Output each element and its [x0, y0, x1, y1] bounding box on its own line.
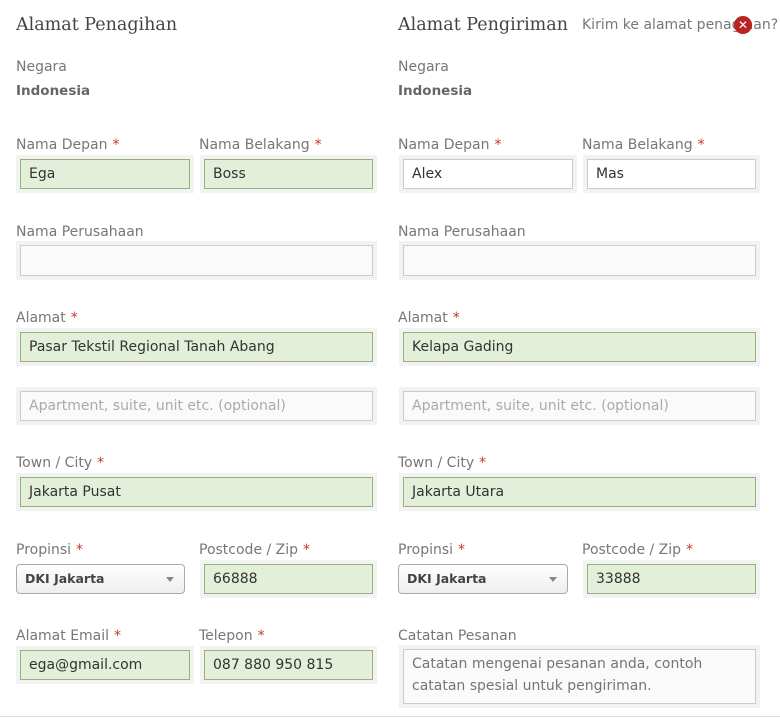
billing-postcode-label: Postcode / Zip * — [199, 542, 311, 558]
divider — [0, 716, 780, 717]
order-notes-wrap — [399, 645, 760, 708]
shipping-address2-input[interactable]: Apartment, suite, unit etc. (optional) — [403, 391, 756, 421]
shipping-province-label: Propinsi * — [398, 542, 466, 558]
shipping-province-select[interactable]: DKI Jakarta — [398, 564, 568, 594]
billing-company-label: Nama Perusahaan — [16, 224, 144, 240]
shipping-city-label: Town / City * — [398, 455, 487, 471]
billing-address-input[interactable]: Pasar Tekstil Regional Tanah Abang — [20, 332, 373, 362]
billing-address2-input[interactable]: Apartment, suite, unit etc. (optional) — [20, 391, 373, 421]
shipping-first-name-label: Nama Depan * — [398, 137, 502, 153]
chevron-down-icon — [549, 577, 557, 582]
billing-city-wrap: Jakarta Pusat — [16, 473, 377, 511]
billing-title: Alamat Penagihan — [16, 15, 178, 35]
shipping-last-name-label: Nama Belakang * — [582, 137, 705, 153]
billing-province-value: DKI Jakarta — [25, 571, 105, 586]
shipping-city-wrap: Jakarta Utara — [399, 473, 760, 511]
billing-city-label: Town / City * — [16, 455, 105, 471]
billing-phone-input[interactable]: 087 880 950 815 — [204, 650, 373, 680]
billing-phone-label: Telepon * — [199, 628, 265, 644]
billing-email-input[interactable]: ega@gmail.com — [20, 650, 190, 680]
shipping-last-name-wrap: Mas — [583, 155, 760, 193]
shipping-first-name-input[interactable]: Alex — [403, 159, 573, 189]
billing-last-name-label: Nama Belakang * — [199, 137, 322, 153]
billing-first-name-wrap: Ega — [16, 155, 194, 193]
shipping-company-input[interactable] — [403, 245, 756, 276]
shipping-city-input[interactable]: Jakarta Utara — [403, 477, 756, 507]
order-notes-textarea[interactable] — [403, 649, 756, 704]
billing-email-wrap: ega@gmail.com — [16, 646, 194, 684]
billing-country-value: Indonesia — [16, 83, 91, 99]
billing-address-wrap: Pasar Tekstil Regional Tanah Abang — [16, 328, 377, 366]
billing-postcode-wrap: 66888 — [200, 560, 377, 598]
shipping-postcode-input[interactable]: 33888 — [587, 564, 756, 594]
shipping-postcode-wrap: 33888 — [583, 560, 760, 598]
billing-postcode-input[interactable]: 66888 — [204, 564, 373, 594]
shipping-province-value: DKI Jakarta — [407, 571, 487, 586]
shipping-address-wrap: Kelapa Gading — [399, 328, 760, 366]
shipping-postcode-label: Postcode / Zip * — [582, 542, 694, 558]
billing-address2-wrap: Apartment, suite, unit etc. (optional) — [16, 387, 377, 425]
close-icon[interactable]: ✕ — [734, 16, 752, 34]
shipping-last-name-input[interactable]: Mas — [587, 159, 756, 189]
chevron-down-icon — [166, 577, 174, 582]
order-notes-label: Catatan Pesanan — [398, 628, 517, 644]
shipping-title: Alamat Pengiriman — [398, 15, 568, 35]
shipping-company-wrap — [399, 241, 760, 280]
shipping-company-label: Nama Perusahaan — [398, 224, 526, 240]
billing-company-wrap — [16, 241, 377, 280]
billing-city-input[interactable]: Jakarta Pusat — [20, 477, 373, 507]
billing-country-label: Negara — [16, 59, 67, 75]
shipping-country-label: Negara — [398, 59, 449, 75]
shipping-address2-wrap: Apartment, suite, unit etc. (optional) — [399, 387, 760, 425]
billing-first-name-input[interactable]: Ega — [20, 159, 190, 189]
shipping-address-input[interactable]: Kelapa Gading — [403, 332, 756, 362]
shipping-address-label: Alamat * — [398, 310, 460, 326]
shipping-first-name-wrap: Alex — [399, 155, 577, 193]
billing-email-label: Alamat Email * — [16, 628, 122, 644]
billing-last-name-wrap: Boss — [200, 155, 377, 193]
billing-last-name-input[interactable]: Boss — [204, 159, 373, 189]
billing-company-input[interactable] — [20, 245, 373, 276]
billing-address-label: Alamat * — [16, 310, 78, 326]
billing-first-name-label: Nama Depan * — [16, 137, 120, 153]
shipping-country-value: Indonesia — [398, 83, 473, 99]
billing-phone-wrap: 087 880 950 815 — [200, 646, 377, 684]
billing-province-label: Propinsi * — [16, 542, 84, 558]
billing-province-select[interactable]: DKI Jakarta — [16, 564, 185, 594]
